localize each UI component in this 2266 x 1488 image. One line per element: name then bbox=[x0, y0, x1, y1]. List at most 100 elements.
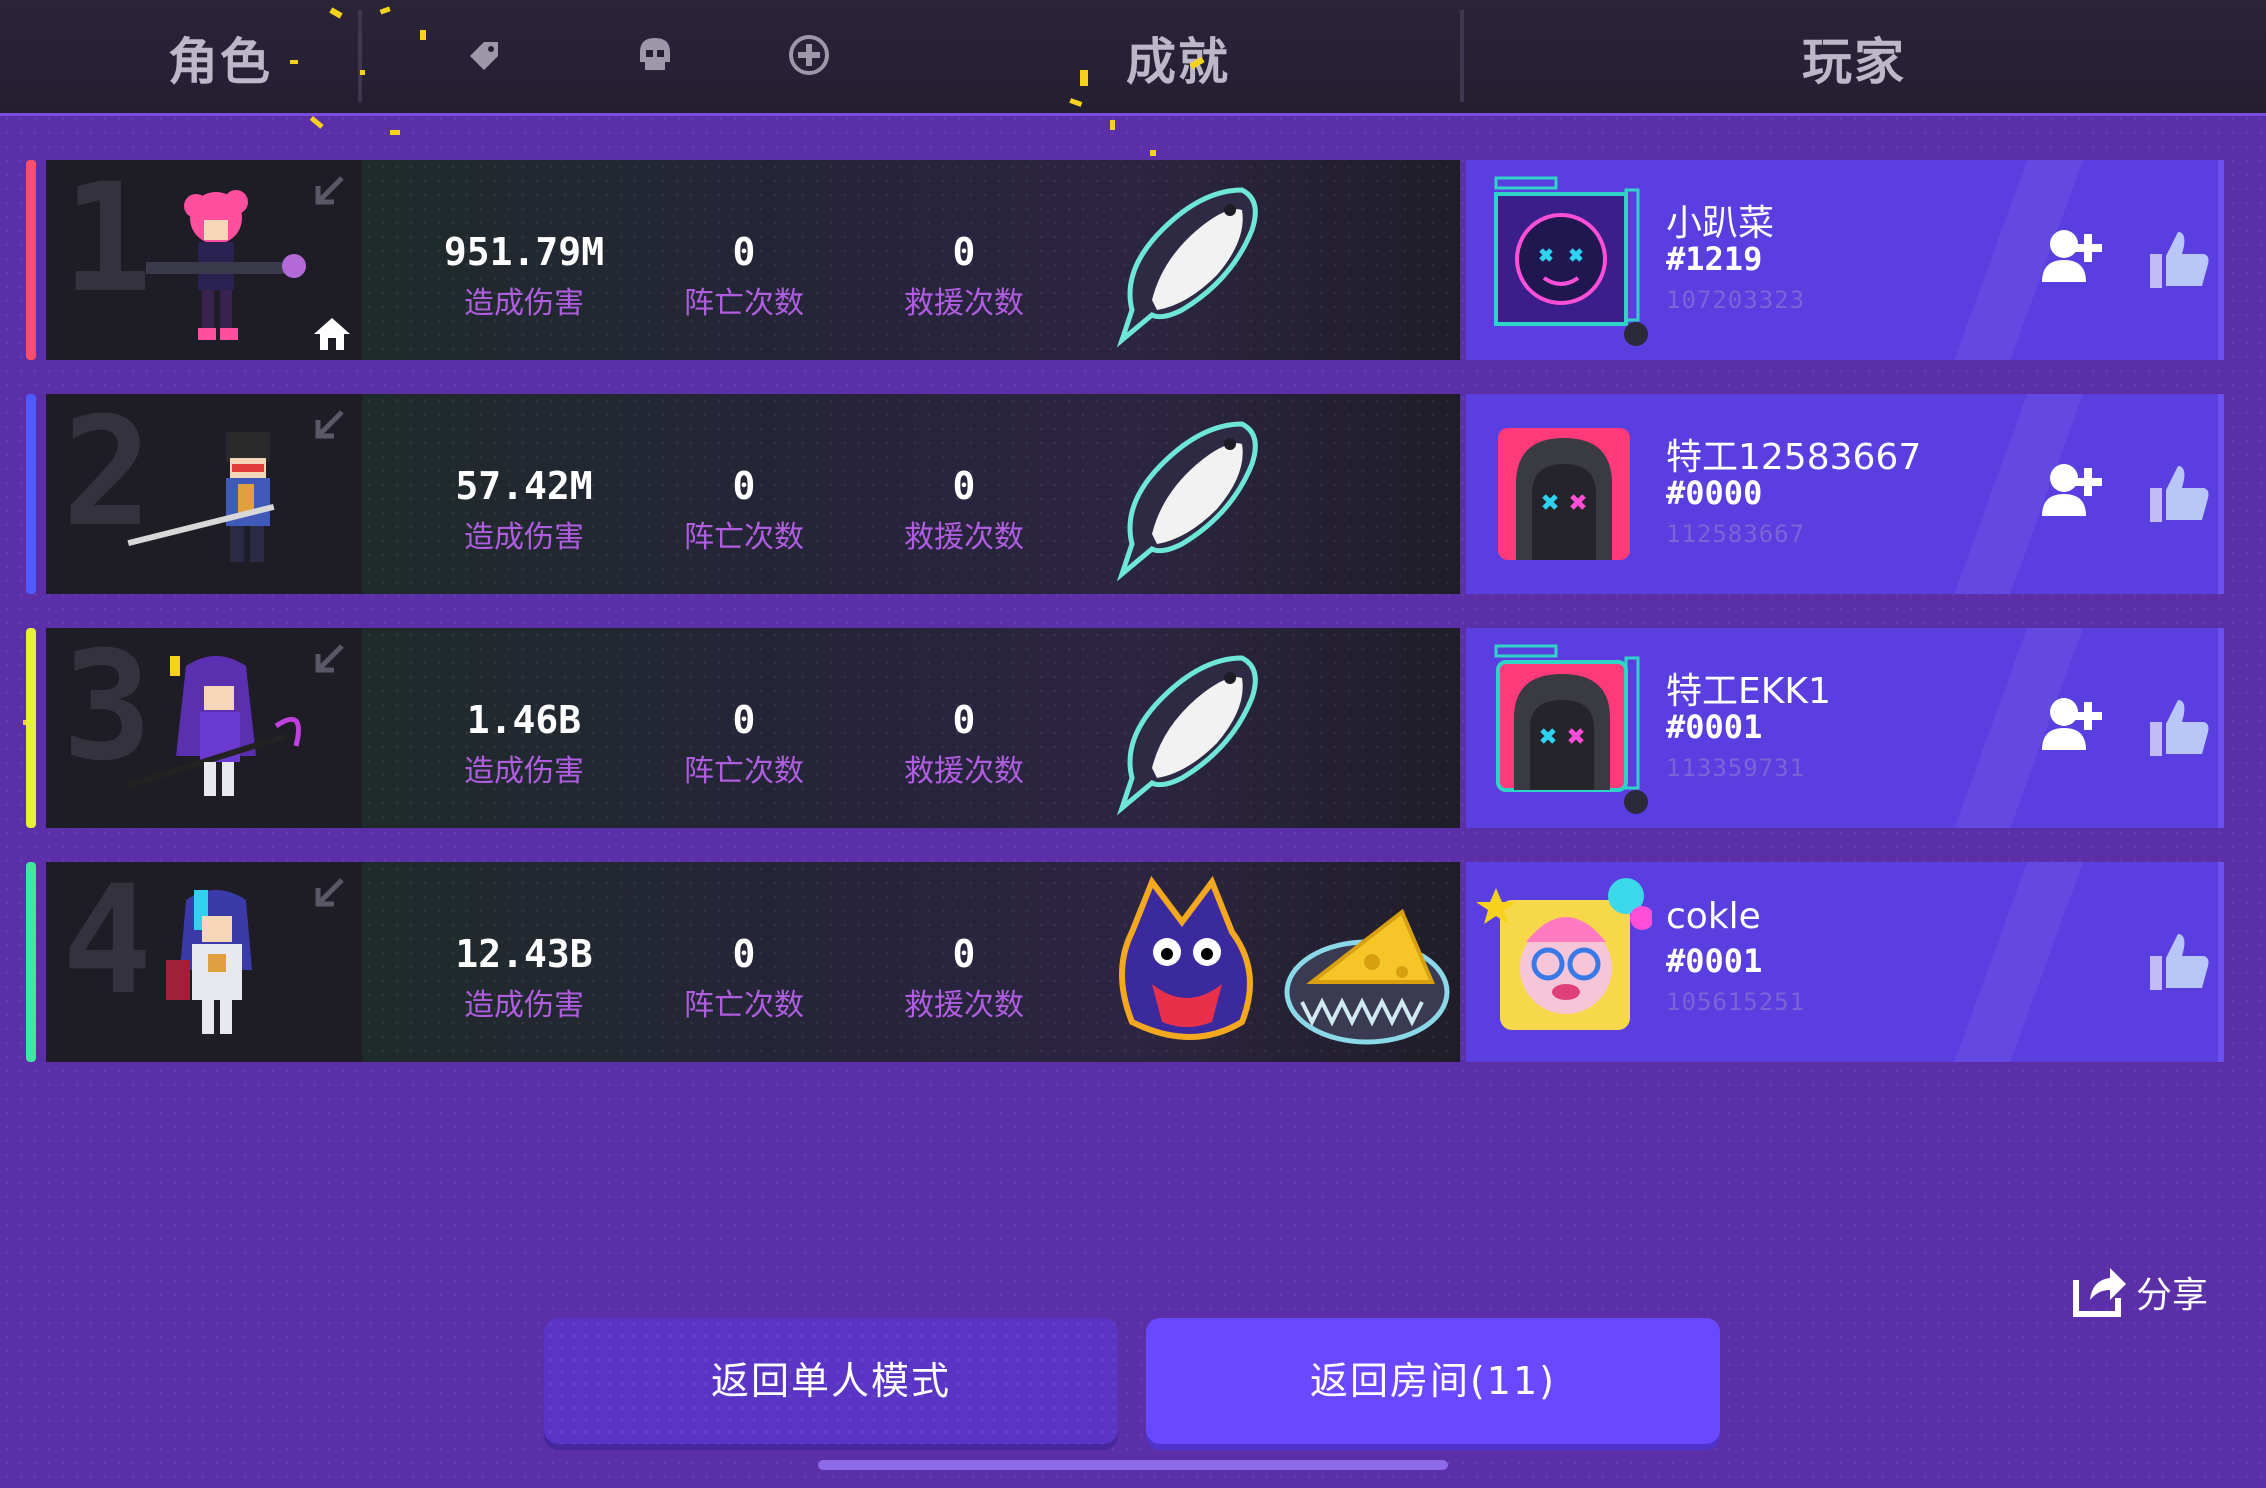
deaths-label: 阵亡次数 bbox=[684, 520, 804, 555]
deaths-value: 0 bbox=[732, 464, 756, 508]
player-row-4: 4 12.43B 造成伤害 0 阵亡次数 0 救援次数 cokle #0001 … bbox=[26, 862, 2236, 1062]
damage-label: 造成伤害 bbox=[464, 754, 584, 789]
add-friend-icon[interactable] bbox=[2036, 222, 2106, 288]
deaths-stat: 0 阵亡次数 bbox=[644, 464, 844, 556]
player-name: 特工EKK1 bbox=[1666, 671, 1831, 712]
fish-icon[interactable] bbox=[1102, 170, 1272, 350]
player-panel: 特工12583667 #0000 112583667 bbox=[1466, 394, 2224, 594]
stats-panel: 951.79M 造成伤害 0 阵亡次数 0 救援次数 bbox=[362, 160, 1460, 360]
damage-stat: 57.42M 造成伤害 bbox=[424, 464, 624, 556]
damage-value: 57.42M bbox=[455, 464, 593, 508]
confetti-decoration bbox=[1069, 56, 1205, 156]
deaths-label: 阵亡次数 bbox=[684, 286, 804, 321]
avatar-neon-abyss-hooded[interactable] bbox=[1476, 638, 1652, 818]
rank-color-bar bbox=[26, 160, 36, 360]
deaths-label: 阵亡次数 bbox=[684, 754, 804, 789]
back-to-single-mode-button[interactable]: 返回单人模式 bbox=[544, 1318, 1118, 1444]
character-panel[interactable]: 1 bbox=[46, 160, 362, 360]
rescues-value: 0 bbox=[952, 698, 976, 742]
fish-icon[interactable] bbox=[1102, 638, 1272, 818]
character-sprite bbox=[146, 190, 306, 340]
stats-panel: 12.43B 造成伤害 0 阵亡次数 0 救援次数 bbox=[362, 862, 1460, 1062]
home-icon bbox=[314, 318, 350, 350]
skull-icon[interactable] bbox=[632, 32, 678, 78]
like-thumbs-up-icon[interactable] bbox=[2146, 460, 2212, 526]
avatar-neon-abyss[interactable] bbox=[1476, 170, 1652, 350]
character-panel[interactable]: 2 bbox=[46, 394, 362, 594]
stats-panel: 1.46B 造成伤害 0 阵亡次数 0 救援次数 bbox=[362, 628, 1460, 828]
player-tag: #0001 bbox=[1666, 942, 1763, 980]
player-panel: 小趴菜 #1219 107203323 bbox=[1466, 160, 2224, 360]
tag-icon[interactable] bbox=[460, 32, 506, 78]
rescues-stat: 0 救援次数 bbox=[864, 464, 1064, 556]
player-name: cokle bbox=[1666, 896, 1761, 937]
add-friend-icon[interactable] bbox=[2036, 456, 2106, 522]
character-panel[interactable]: 4 bbox=[46, 862, 362, 1062]
deaths-value: 0 bbox=[732, 932, 756, 976]
avatar-party[interactable] bbox=[1476, 872, 1652, 1052]
damage-value: 12.43B bbox=[455, 932, 593, 976]
cheese-trap-icon[interactable] bbox=[1282, 872, 1452, 1052]
character-sprite bbox=[127, 432, 275, 562]
rescues-label: 救援次数 bbox=[904, 520, 1024, 555]
rescues-stat: 0 救援次数 bbox=[864, 230, 1064, 322]
rescues-value: 0 bbox=[952, 230, 976, 274]
damage-stat: 12.43B 造成伤害 bbox=[424, 932, 624, 1024]
rescues-label: 救援次数 bbox=[904, 988, 1024, 1023]
rescues-value: 0 bbox=[952, 464, 976, 508]
rescues-stat: 0 救援次数 bbox=[864, 698, 1064, 790]
home-indicator[interactable] bbox=[818, 1460, 1448, 1470]
player-id: 112583667 bbox=[1666, 520, 1806, 548]
back-to-room-button[interactable]: 返回房间(11) bbox=[1146, 1318, 1720, 1444]
avatar-hooded-agent[interactable] bbox=[1476, 404, 1652, 584]
player-name: 特工12583667 bbox=[1666, 437, 1922, 478]
plus-circle-icon[interactable] bbox=[786, 32, 832, 78]
character-sprite bbox=[126, 656, 301, 796]
damage-label: 造成伤害 bbox=[464, 286, 584, 321]
add-friend-icon[interactable] bbox=[2036, 690, 2106, 756]
player-tag: #1219 bbox=[1666, 240, 1763, 278]
player-row-3: 3 1.46B 造成伤害 0 阵亡次数 0 救援次数 特工EKK1 #0001 … bbox=[26, 628, 2236, 828]
player-panel: 特工EKK1 #0001 113359731 bbox=[1466, 628, 2224, 828]
damage-stat: 1.46B 造成伤害 bbox=[424, 698, 624, 790]
damage-label: 造成伤害 bbox=[464, 520, 584, 555]
rank-color-bar bbox=[26, 394, 36, 594]
rank-color-bar bbox=[26, 862, 36, 1062]
deaths-stat: 0 阵亡次数 bbox=[644, 230, 844, 322]
damage-value: 951.79M bbox=[443, 230, 605, 274]
player-tag: #0000 bbox=[1666, 474, 1763, 512]
tab-player[interactable]: 玩家 bbox=[1802, 22, 1906, 94]
fish-icon[interactable] bbox=[1102, 404, 1272, 584]
rank-color-bar bbox=[26, 628, 36, 828]
deaths-value: 0 bbox=[732, 698, 756, 742]
player-tag: #0001 bbox=[1666, 708, 1763, 746]
deaths-value: 0 bbox=[732, 230, 756, 274]
stats-panel: 57.42M 造成伤害 0 阵亡次数 0 救援次数 bbox=[362, 394, 1460, 594]
confetti-decoration bbox=[290, 6, 426, 135]
rescues-label: 救援次数 bbox=[904, 754, 1024, 789]
like-thumbs-up-icon[interactable] bbox=[2146, 694, 2212, 760]
share-button[interactable]: 分享 bbox=[2070, 1256, 2220, 1322]
player-id: 105615251 bbox=[1666, 988, 1806, 1016]
character-panel[interactable]: 3 bbox=[46, 628, 362, 828]
deaths-stat: 0 阵亡次数 bbox=[644, 698, 844, 790]
like-thumbs-up-icon[interactable] bbox=[2146, 928, 2212, 994]
player-name: 小趴菜 bbox=[1666, 203, 1775, 244]
deaths-stat: 0 阵亡次数 bbox=[644, 932, 844, 1024]
share-label: 分享 bbox=[2136, 1275, 2209, 1316]
tab-character[interactable]: 角色 bbox=[168, 22, 272, 94]
like-thumbs-up-icon[interactable] bbox=[2146, 226, 2212, 292]
share-icon bbox=[2073, 1268, 2126, 1317]
damage-value: 1.46B bbox=[466, 698, 582, 742]
deaths-label: 阵亡次数 bbox=[684, 988, 804, 1023]
wolf-icon[interactable] bbox=[1102, 872, 1272, 1052]
damage-stat: 951.79M 造成伤害 bbox=[424, 230, 624, 322]
damage-label: 造成伤害 bbox=[464, 988, 584, 1023]
rescues-label: 救援次数 bbox=[904, 286, 1024, 321]
player-row-2: 2 57.42M 造成伤害 0 阵亡次数 0 救援次数 特工12583667 #… bbox=[26, 394, 2236, 594]
rescues-value: 0 bbox=[952, 932, 976, 976]
header-divider bbox=[1460, 10, 1464, 102]
player-id: 107203323 bbox=[1666, 286, 1806, 314]
player-panel: cokle #0001 105615251 bbox=[1466, 862, 2224, 1062]
player-id: 113359731 bbox=[1666, 754, 1806, 782]
